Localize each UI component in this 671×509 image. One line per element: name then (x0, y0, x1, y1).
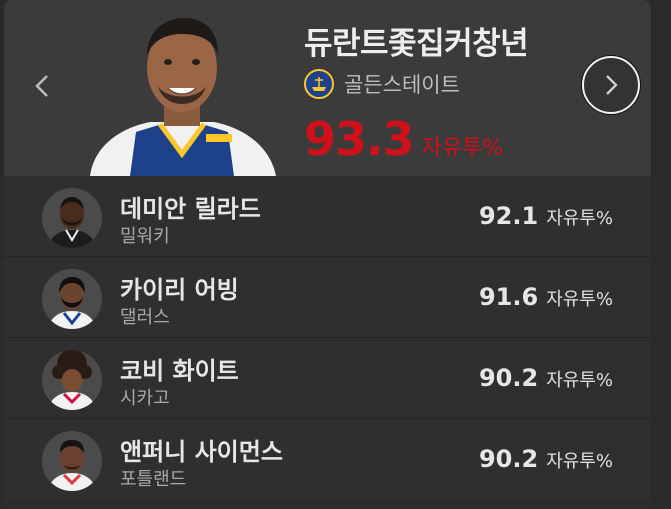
player-stat: 92.1 자유투% (479, 202, 613, 230)
leaderboard-card: 듀란트좇집커창년 골든스테이트 93.3 자유투% 데미안 릴라드 밀워키 92… (4, 0, 651, 509)
player-name: 데미안 릴라드 (120, 195, 261, 223)
player-stat-value: 90.2 (478, 445, 539, 473)
featured-player-panel: 듀란트좇집커창년 골든스테이트 93.3 자유투% (4, 0, 651, 176)
player-ranking-list: 데미안 릴라드 밀워키 92.1 자유투% 카이리 어빙 댈러스 91.6 자유… (4, 176, 651, 499)
player-stat-unit: 자유투% (546, 208, 613, 229)
featured-player-team: 골든스테이트 (304, 68, 460, 100)
list-item[interactable]: 데미안 릴라드 밀워키 92.1 자유투% (4, 176, 651, 257)
previous-button[interactable] (28, 68, 56, 104)
player-team: 포틀랜드 (120, 469, 187, 490)
player-stat-value: 90.2 (478, 364, 539, 392)
featured-player-name: 듀란트좇집커창년 (304, 26, 529, 62)
player-avatar (42, 350, 102, 410)
player-avatar (42, 431, 102, 491)
player-team: 댈러스 (120, 307, 170, 328)
player-stat: 90.2 자유투% (479, 445, 613, 473)
player-team: 밀워키 (120, 226, 170, 247)
list-item[interactable]: 카이리 어빙 댈러스 91.6 자유투% (4, 257, 651, 338)
featured-team-name: 골든스테이트 (344, 73, 460, 97)
player-stat-unit: 자유투% (546, 451, 613, 472)
player-team: 시카고 (120, 388, 170, 409)
featured-stat-value: 93.3 (304, 112, 414, 166)
player-stat-unit: 자유투% (546, 370, 613, 391)
next-button[interactable] (582, 56, 640, 114)
chevron-left-icon (35, 75, 48, 97)
player-avatar (42, 188, 102, 248)
player-stat-value: 92.1 (478, 202, 539, 230)
player-stat-value: 91.6 (478, 283, 539, 311)
player-name: 코비 화이트 (120, 357, 239, 385)
featured-stat-unit: 자유투% (421, 136, 504, 161)
player-name: 앤퍼니 사이먼스 (120, 438, 283, 466)
player-stat: 90.2 자유투% (479, 364, 613, 392)
player-stat: 91.6 자유투% (479, 283, 613, 311)
player-avatar (42, 269, 102, 329)
featured-stat: 93.3 자유투% (304, 112, 503, 166)
list-item[interactable]: 코비 화이트 시카고 90.2 자유투% (4, 338, 651, 419)
chevron-right-icon (606, 75, 618, 95)
player-name: 카이리 어빙 (120, 276, 239, 304)
warriors-logo-icon (304, 69, 334, 99)
list-item[interactable]: 앤퍼니 사이먼스 포틀랜드 90.2 자유투% (4, 419, 651, 499)
featured-player-photo (90, 18, 276, 176)
player-stat-unit: 자유투% (546, 289, 613, 310)
